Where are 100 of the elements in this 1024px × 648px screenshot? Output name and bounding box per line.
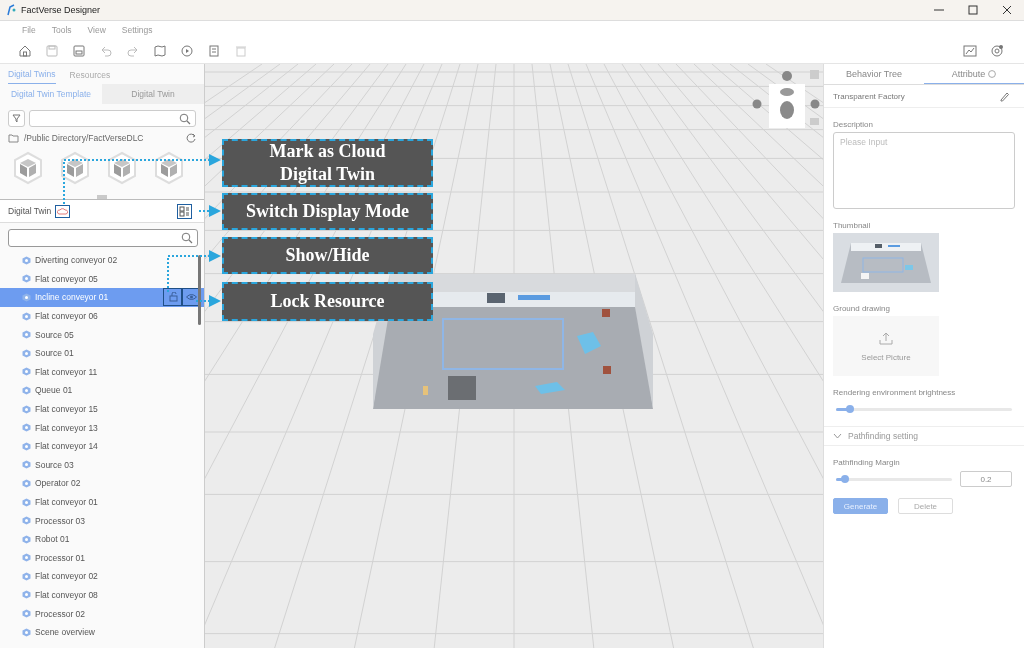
item-label: Flat conveyor 05	[35, 273, 99, 284]
tree-item[interactable]: Source 05	[0, 325, 204, 344]
field-label: Ground drawing	[832, 303, 891, 315]
hexagon-icon	[22, 423, 31, 433]
tree-item[interactable]: Source 03	[0, 455, 204, 475]
home-icon[interactable]	[18, 43, 32, 58]
tree-item[interactable]: Flat conveyor 13	[0, 418, 204, 437]
chevron-down-icon	[833, 433, 842, 439]
panel-tab[interactable]: Attribute	[924, 64, 1024, 84]
trash-icon[interactable]	[234, 43, 248, 58]
hexagon-icon	[22, 497, 31, 507]
field-label: Description	[832, 119, 874, 131]
search-icon	[179, 112, 191, 125]
callout-label: Show/Hide	[222, 237, 433, 274]
tree-item[interactable]: Flat conveyor 11	[0, 362, 204, 382]
item-label: Processor 03	[35, 515, 87, 526]
callout-label: Mark as Cloud Digital Twin	[222, 139, 433, 187]
tree-item[interactable]: Flat conveyor 01	[0, 492, 204, 512]
directory-path: /Public Directory/FactVerseDLC	[24, 133, 145, 143]
tree-item[interactable]: Flat conveyor 05	[0, 269, 204, 289]
tree-item[interactable]: Operator 02	[0, 474, 204, 493]
item-label: Source 03	[35, 459, 75, 470]
hexagon-icon	[22, 404, 31, 414]
panel-tab[interactable]: Behavior Tree	[824, 64, 924, 84]
slider-thumb[interactable]	[846, 405, 855, 413]
item-label: Robot 01	[35, 534, 71, 545]
hexagon-icon	[22, 293, 31, 302]
scrollbar[interactable]	[198, 255, 201, 325]
section-title: Digital Twin	[8, 206, 52, 216]
maximize-icon[interactable]	[968, 5, 978, 15]
field-label: Pathfinding Margin	[832, 457, 901, 469]
margin-field[interactable]: 0.2	[960, 471, 1012, 487]
drag-handle-icon[interactable]	[97, 195, 107, 199]
cube-icon[interactable]	[106, 151, 138, 185]
hexagon-icon	[22, 609, 31, 619]
folder-icon	[8, 133, 19, 143]
field-label: Rendering environment brightness	[832, 387, 957, 399]
item-label: Flat conveyor 13	[35, 422, 99, 433]
edit-icon[interactable]	[999, 90, 1010, 102]
play-icon[interactable]	[180, 43, 194, 58]
tree-item[interactable]: Processor 01	[0, 548, 204, 568]
hexagon-icon	[22, 627, 31, 637]
cube-icon[interactable]	[12, 151, 44, 185]
eye-icon	[186, 293, 197, 302]
leader-line	[195, 295, 221, 307]
close-icon[interactable]	[1002, 5, 1012, 15]
callout-label: Switch Display Mode	[222, 193, 433, 230]
item-label: Scene overview	[35, 627, 96, 638]
hexagon-icon	[22, 311, 31, 321]
tree-item[interactable]: Flat conveyor 15	[0, 399, 204, 419]
tree-item[interactable]: Robot 01	[0, 529, 204, 549]
cube-icon[interactable]	[153, 151, 185, 185]
tree-item[interactable]: Source 01	[0, 343, 204, 363]
refresh-icon[interactable]	[186, 133, 196, 143]
map-icon[interactable]	[153, 43, 167, 58]
item-label: Flat conveyor 14	[35, 441, 99, 452]
item-label: Flat conveyor 02	[35, 571, 99, 582]
cloud-icon	[57, 206, 69, 216]
callout-label: Lock Resource	[222, 282, 433, 321]
filter-icon	[12, 114, 21, 123]
hexagon-icon	[22, 274, 31, 284]
cube-icon[interactable]	[59, 151, 91, 185]
hexagon-icon	[22, 478, 31, 488]
tree-item[interactable]: Flat conveyor 08	[0, 585, 204, 605]
hexagon-icon	[22, 330, 31, 340]
lock-button[interactable]	[163, 288, 182, 307]
item-label: Flat conveyor 11	[35, 366, 99, 377]
hexagon-icon	[22, 441, 31, 451]
hexagon-icon	[22, 367, 31, 377]
search-field[interactable]	[8, 229, 198, 247]
save-icon[interactable]	[45, 43, 59, 58]
field-label: Thumbnail	[832, 220, 872, 232]
copy-icon[interactable]	[207, 43, 221, 58]
item-label: Flat conveyor 06	[35, 311, 99, 322]
description-field[interactable]: Please Input	[833, 132, 1015, 209]
tree-item[interactable]: Processor 02	[0, 604, 204, 623]
hexagon-icon	[22, 255, 31, 265]
tree-item[interactable]: Queue 01	[0, 381, 204, 400]
target-icon[interactable]	[990, 43, 1004, 58]
tree-item[interactable]: Scene overview	[0, 622, 204, 642]
search-field[interactable]	[29, 110, 196, 127]
item-label: Flat conveyor 15	[35, 404, 99, 415]
cloud-button[interactable]	[55, 204, 71, 218]
item-label: Processor 01	[35, 552, 87, 563]
filter-button[interactable]	[8, 110, 25, 127]
tree-item[interactable]: Diverting conveyor 02	[0, 251, 204, 270]
slider-thumb[interactable]	[841, 475, 850, 483]
save-as-icon[interactable]	[72, 43, 86, 58]
chart-icon[interactable]	[963, 43, 977, 58]
hexagon-icon	[22, 571, 31, 581]
item-label: Operator 02	[35, 478, 82, 489]
item-label: Processor 02	[35, 608, 87, 619]
tree-item[interactable]: Flat conveyor 06	[0, 306, 204, 326]
tree-item[interactable]: Flat conveyor 02	[0, 567, 204, 586]
tree-item[interactable]: Flat conveyor 14	[0, 436, 204, 456]
item-label: Queue 01	[35, 385, 74, 396]
item-label: Flat conveyor 01	[35, 497, 99, 507]
display-mode-button[interactable]	[177, 203, 192, 219]
upload-icon	[879, 330, 893, 345]
tree-item[interactable]: Processor 03	[0, 511, 204, 530]
